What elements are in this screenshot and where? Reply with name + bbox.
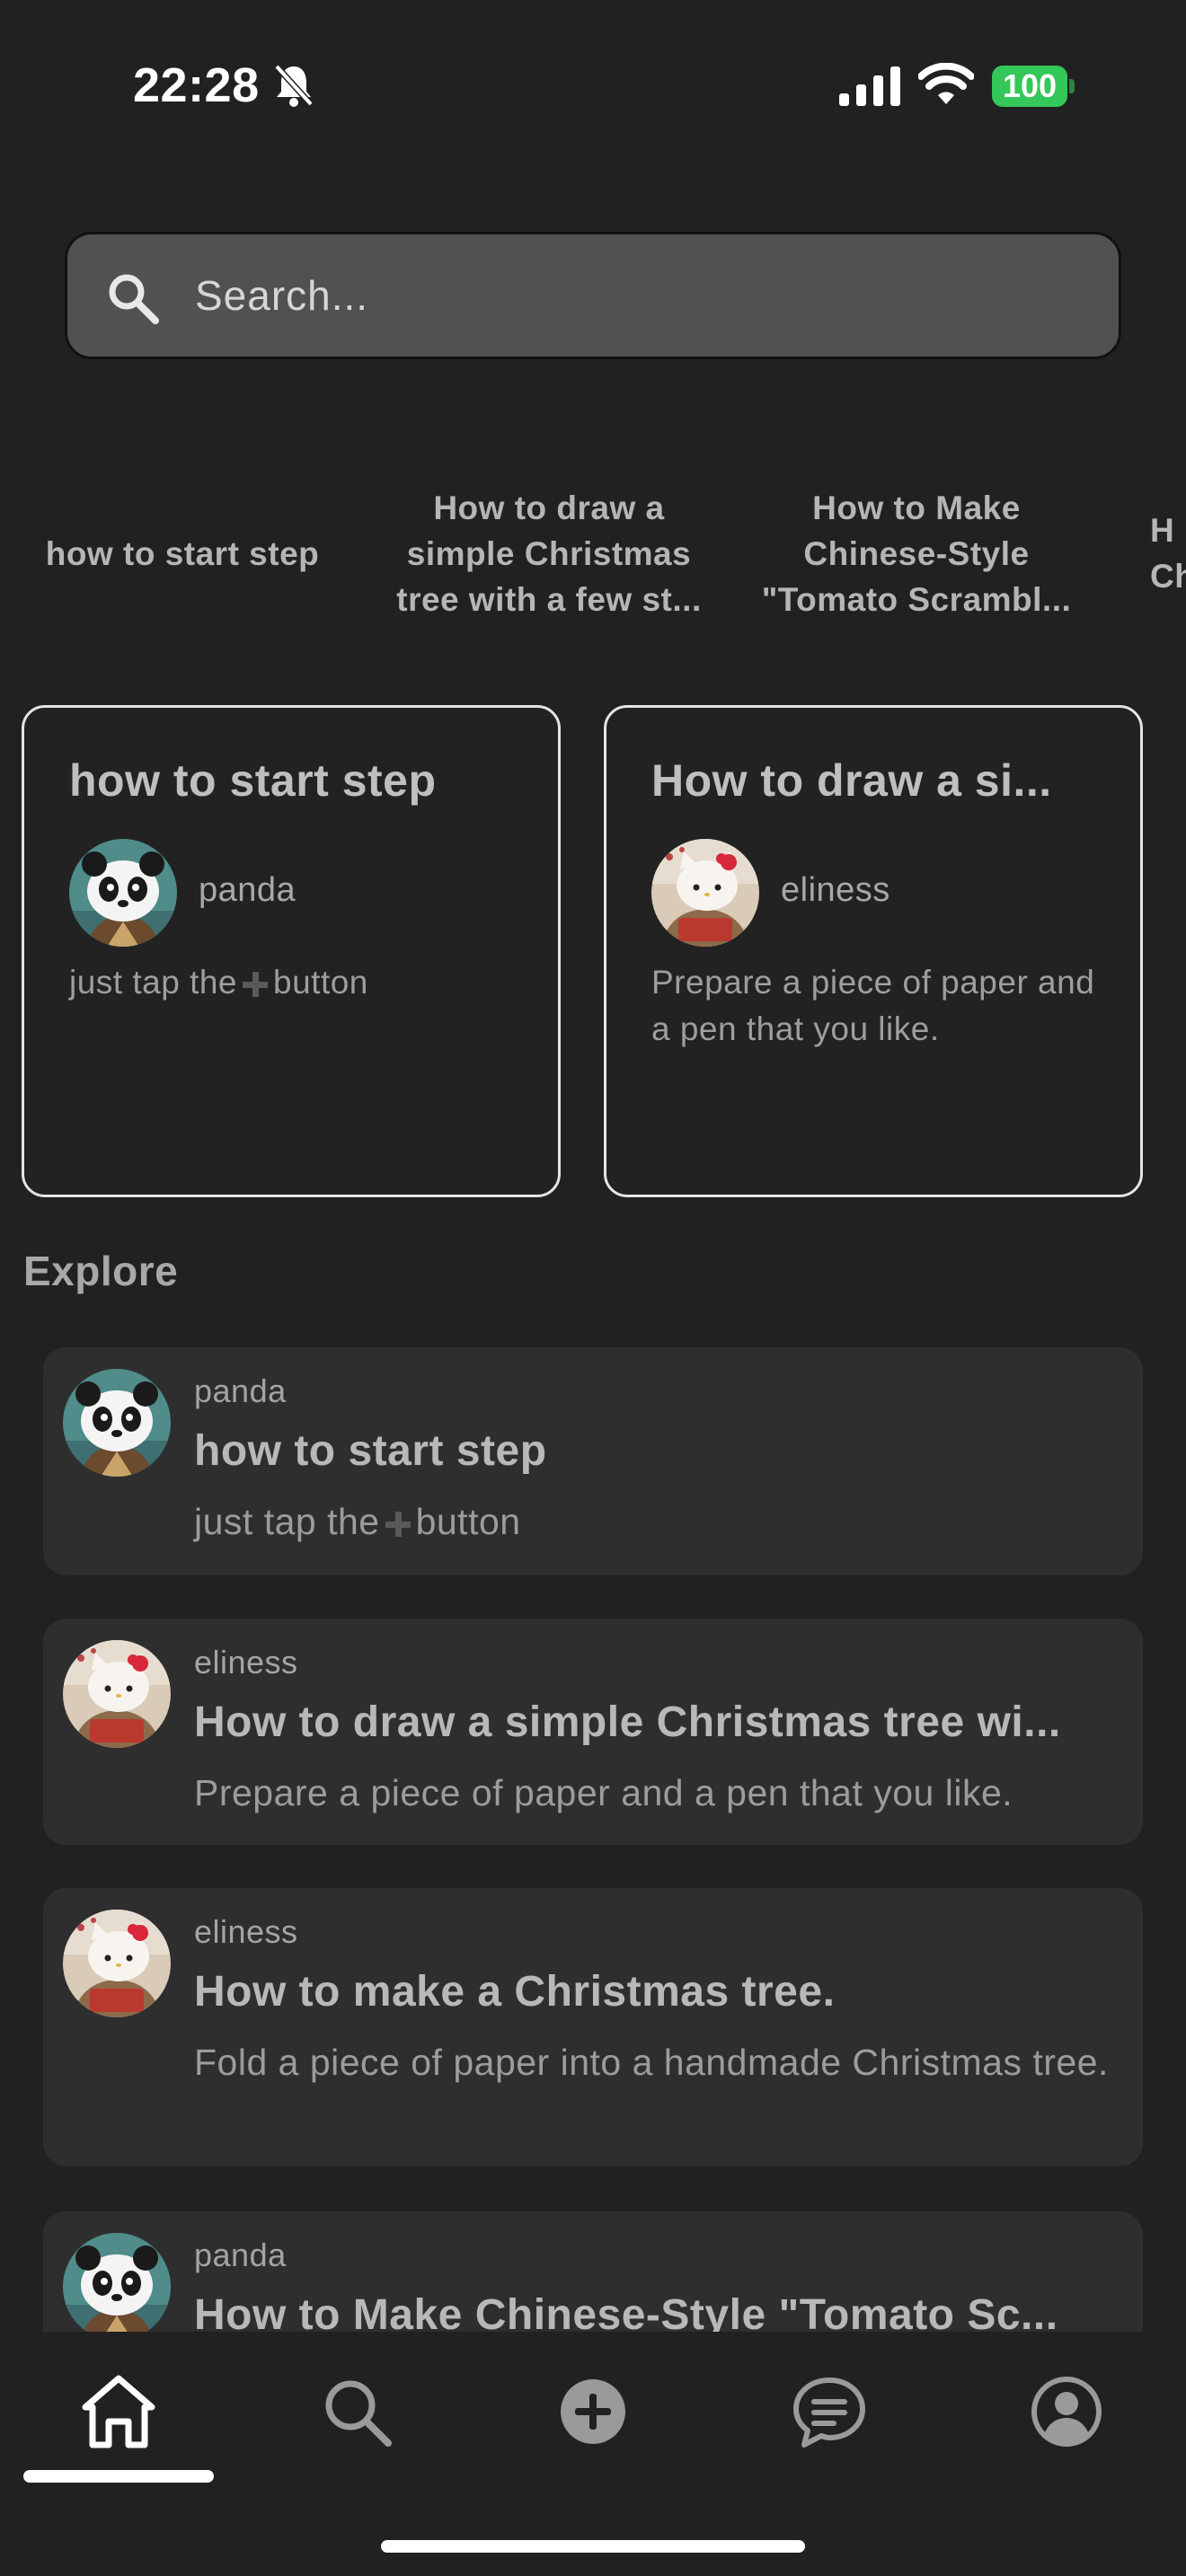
tab-selected-indicator: [23, 2470, 214, 2483]
search-icon[interactable]: [316, 2371, 397, 2452]
avatar: [63, 1910, 171, 2017]
featured-card[interactable]: how to start step panda just tap the butt…: [22, 705, 561, 1197]
feed-author: panda: [194, 2236, 287, 2273]
feed-description: Fold a piece of paper into a handmade Ch…: [194, 2042, 1109, 2083]
search-icon: [109, 274, 159, 324]
quick-link-line: how to start step: [45, 534, 320, 572]
feed-item[interactable]: panda how to start step just tap the butt…: [43, 1347, 1143, 1575]
status-time: 22:28: [133, 58, 260, 112]
section-title: Explore: [23, 1248, 179, 1294]
quick-link-line: Chinese-Style: [803, 534, 1030, 572]
quick-link-line: H: [1150, 512, 1175, 549]
search-input[interactable]: [195, 234, 1075, 357]
feed-author: eliness: [194, 1913, 298, 1950]
feed-author: panda: [194, 1372, 287, 1409]
feed-desc-text: button: [415, 1501, 521, 1542]
feed-title: How to Make Chinese-Style "Tomato Sc...: [194, 2291, 1058, 2332]
quick-link-line: tree with a few st...: [396, 580, 702, 618]
feed-description: just tap the button: [194, 1495, 1111, 1548]
quick-link-line: simple Christmas: [406, 534, 692, 572]
card-title: How to draw a si...: [651, 755, 1052, 806]
bell-slash-icon: [274, 64, 314, 107]
home-icon[interactable]: [78, 2371, 159, 2452]
featured-card[interactable]: How to draw a si... eliness Prepare a pi…: [604, 705, 1143, 1197]
feed-item[interactable]: eliness How to draw a simple Christmas t…: [43, 1619, 1143, 1845]
battery-level: 100: [1002, 67, 1058, 104]
quick-link-line: How to Make: [812, 489, 1021, 526]
avatar: [63, 1640, 171, 1748]
wifi-icon: [918, 63, 974, 104]
card-description: just tap the button: [69, 959, 527, 1006]
quick-link[interactable]: How to draw a simple Christmas tree with…: [365, 481, 733, 625]
status-bar: 22:28 100: [0, 0, 1186, 171]
feed-desc-text: just tap the: [194, 1501, 380, 1542]
home-indicator: [381, 2540, 805, 2553]
quick-link[interactable]: H Ch: [1150, 481, 1186, 625]
cellular-signal-icon: [839, 66, 900, 106]
feed-title: How to draw a simple Christmas tree wi..…: [194, 1698, 1061, 1746]
feed-item[interactable]: panda How to Make Chinese-Style "Tomato …: [43, 2211, 1143, 2332]
feed-title: how to start step: [194, 1427, 547, 1475]
battery-icon: 100: [992, 66, 1075, 107]
chat-icon[interactable]: [789, 2371, 870, 2452]
feed-title: How to make a Christmas tree.: [194, 1968, 836, 2016]
card-desc-text: button: [273, 964, 368, 1001]
avatar: [63, 1369, 171, 1477]
tab-bar: [0, 2332, 1186, 2576]
plus-icon: [385, 1512, 411, 1538]
quick-link[interactable]: How to Make Chinese-Style "Tomato Scramb…: [733, 481, 1100, 625]
card-author: panda: [199, 871, 296, 909]
quick-link-line: How to draw a: [433, 489, 665, 526]
quick-link-line: "Tomato Scrambl...: [761, 580, 1072, 618]
card-description: Prepare a piece of paper and a pen that …: [651, 964, 1095, 1047]
card-title: how to start step: [69, 755, 437, 806]
explore-feed[interactable]: panda how to start step just tap the butt…: [0, 1329, 1186, 2332]
feed-author: eliness: [194, 1644, 298, 1681]
card-desc-text: just tap the: [69, 964, 238, 1001]
quick-links-row: how to start step How to draw a simple C…: [0, 481, 1186, 625]
quick-link[interactable]: how to start step: [0, 481, 365, 625]
quick-link-line: Ch: [1150, 558, 1186, 595]
profile-icon[interactable]: [1026, 2371, 1107, 2452]
feed-item[interactable]: eliness How to make a Christmas tree. Fo…: [43, 1888, 1143, 2166]
feed-description: Prepare a piece of paper and a pen that …: [194, 1772, 1013, 1813]
avatar: [69, 839, 177, 947]
card-author: eliness: [781, 871, 890, 909]
plus-circle-icon[interactable]: [553, 2371, 633, 2452]
plus-icon: [243, 972, 269, 998]
avatar: [63, 2233, 171, 2332]
avatar: [651, 839, 759, 947]
search-bar[interactable]: [65, 232, 1121, 359]
